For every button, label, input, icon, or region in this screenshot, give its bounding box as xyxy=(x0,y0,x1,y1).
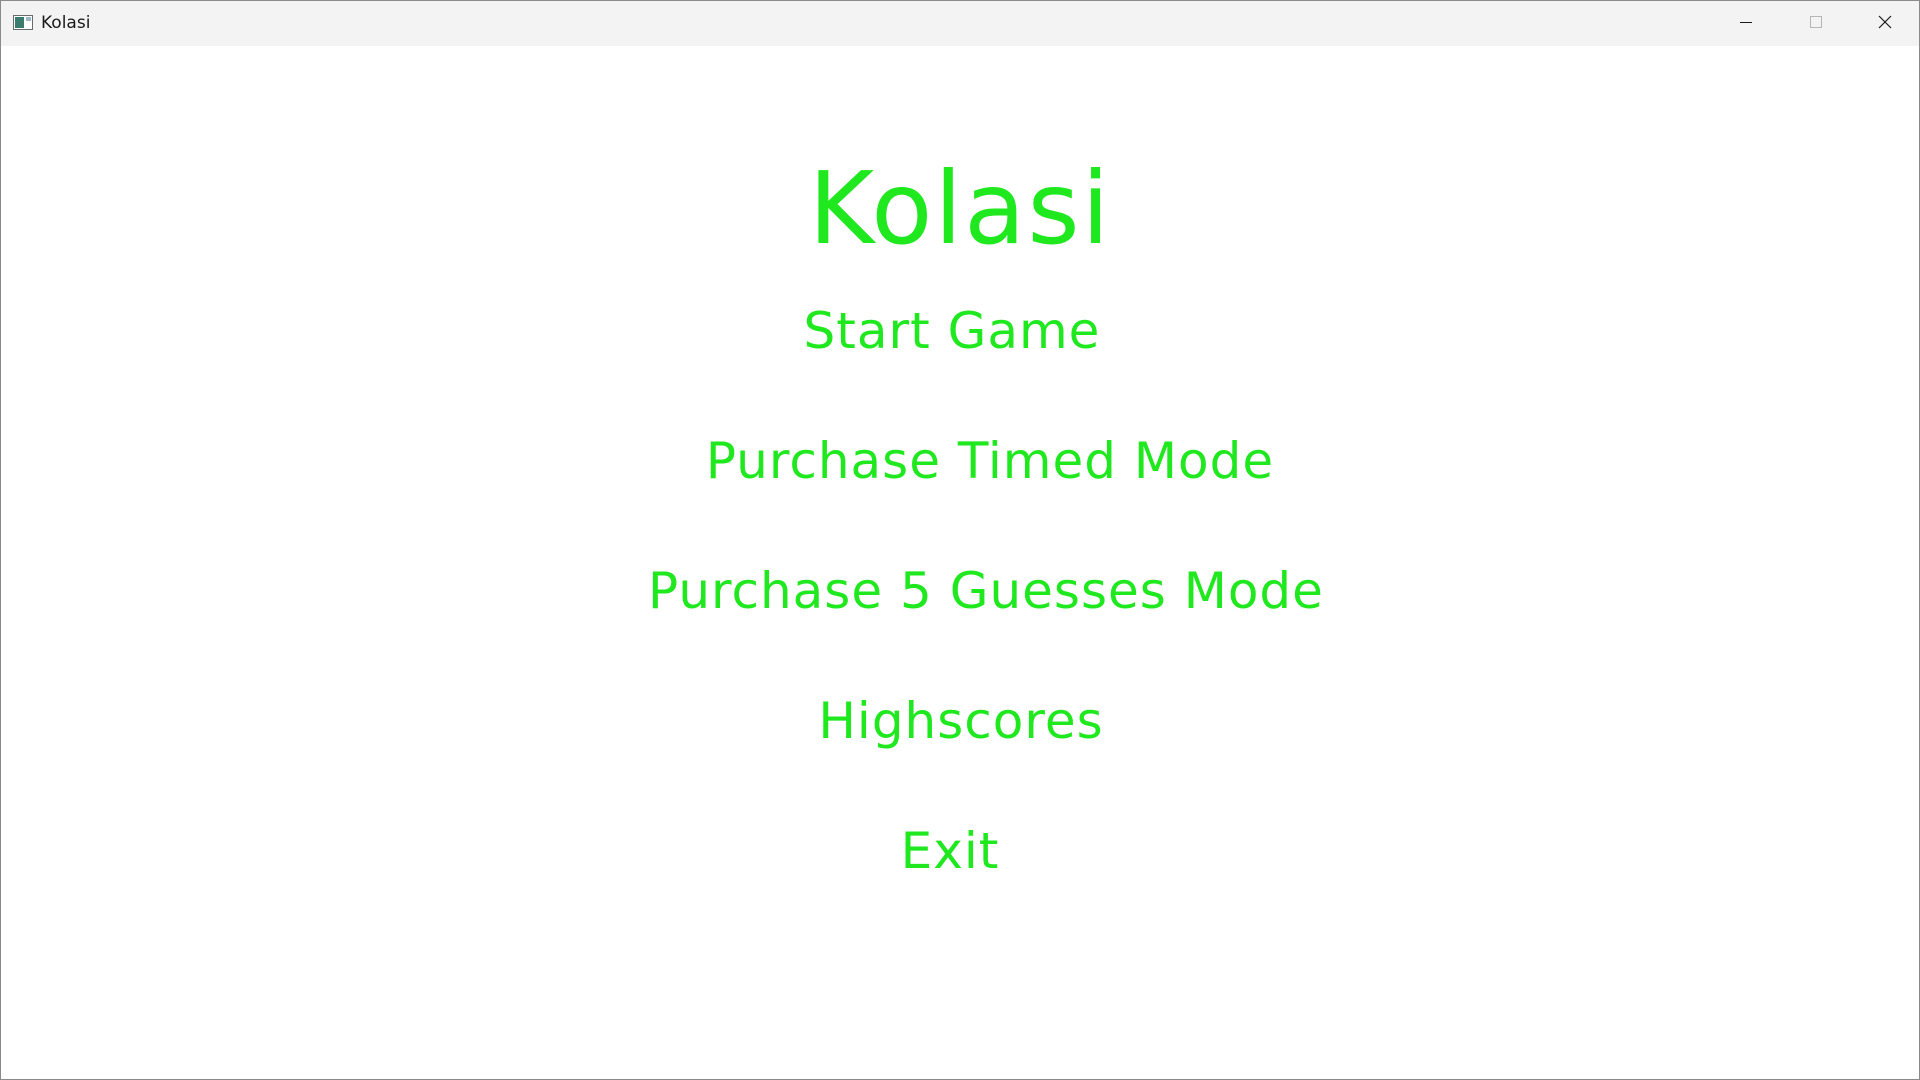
app-icon xyxy=(13,15,33,30)
close-icon xyxy=(1877,14,1893,34)
minimize-button[interactable] xyxy=(1711,1,1781,46)
purchase-timed-mode-button[interactable]: Purchase Timed Mode xyxy=(31,428,1919,494)
app-window: Kolasi Kolasi Start Game Purchase Timed … xyxy=(0,0,1920,1080)
minimize-icon xyxy=(1738,14,1754,34)
start-game-button[interactable]: Start Game xyxy=(1,298,1911,364)
exit-button[interactable]: Exit xyxy=(1,818,1909,884)
close-button[interactable] xyxy=(1850,1,1919,46)
maximize-button[interactable] xyxy=(1781,1,1851,46)
title-bar[interactable]: Kolasi xyxy=(1,1,1919,46)
highscores-button[interactable]: Highscores xyxy=(2,688,1919,754)
game-title: Kolasi xyxy=(808,150,1112,267)
purchase-5-guesses-mode-button[interactable]: Purchase 5 Guesses Mode xyxy=(27,558,1919,624)
maximize-icon xyxy=(1808,14,1824,34)
window-title: Kolasi xyxy=(41,13,91,33)
main-menu: Kolasi Start Game Purchase Timed Mode Pu… xyxy=(1,46,1919,1079)
